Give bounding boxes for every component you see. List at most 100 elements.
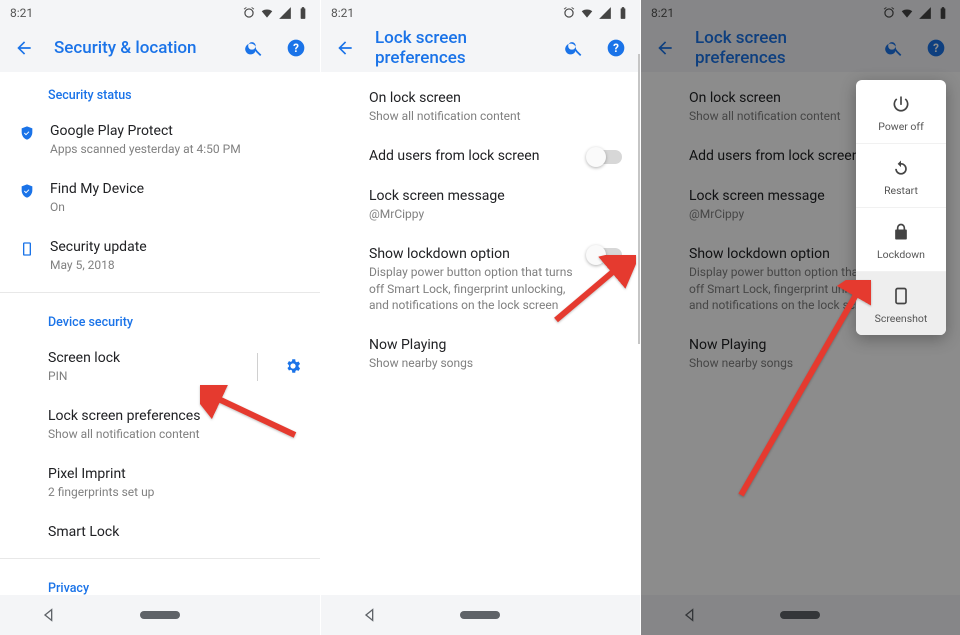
row-title: Smart Lock: [48, 524, 302, 540]
nav-back-icon[interactable]: [362, 607, 378, 623]
app-bar: Security & location ?: [0, 26, 320, 70]
row-title: Pixel Imprint: [48, 466, 302, 482]
signal-icon: [598, 6, 612, 20]
row-add-users[interactable]: Add users from lock screen: [321, 136, 640, 176]
row-subtitle: May 5, 2018: [50, 257, 302, 273]
battery-icon: [936, 6, 950, 20]
row-smart-lock[interactable]: Smart Lock: [0, 512, 320, 552]
status-icons: [562, 6, 630, 20]
app-bar: Lock screen preferences ?: [641, 26, 960, 70]
alarm-icon: [882, 6, 896, 20]
svg-text:?: ?: [613, 41, 619, 55]
restart-icon: [891, 158, 911, 178]
lockdown-button[interactable]: Lockdown: [856, 208, 946, 272]
row-show-lockdown[interactable]: Show lockdown option Display power butto…: [321, 234, 640, 325]
navigation-bar: [641, 595, 960, 635]
row-title: Google Play Protect: [50, 123, 302, 139]
search-button[interactable]: [882, 36, 906, 60]
row-title: Now Playing: [369, 337, 622, 353]
page-title: Lock screen preferences: [375, 28, 544, 68]
nav-home-pill[interactable]: [140, 611, 180, 619]
search-button[interactable]: [242, 36, 266, 60]
alarm-icon: [562, 6, 576, 20]
restart-button[interactable]: Restart: [856, 144, 946, 208]
screen-lock-settings-button[interactable]: [284, 355, 302, 379]
back-arrow-icon: [14, 38, 34, 58]
row-google-play-protect[interactable]: Google Play Protect Apps scanned yesterd…: [0, 111, 320, 169]
nav-back-icon[interactable]: [682, 607, 698, 623]
search-icon: [244, 38, 264, 58]
wifi-icon: [260, 6, 274, 20]
power-off-button[interactable]: Power off: [856, 80, 946, 144]
row-pixel-imprint[interactable]: Pixel Imprint 2 fingerprints set up: [0, 454, 320, 512]
screenshot-label: Screenshot: [875, 312, 928, 325]
status-icons: [242, 6, 310, 20]
row-subtitle: @MrCippy: [369, 206, 622, 222]
page-title: Security & location: [54, 38, 224, 58]
row-screen-lock[interactable]: Screen lock PIN: [0, 338, 320, 396]
section-device-security: Device security: [0, 299, 320, 338]
signal-icon: [278, 6, 292, 20]
back-arrow-icon: [335, 38, 355, 58]
power-menu: Power off Restart Lockdown Screenshot: [856, 80, 946, 335]
settings-list: On lock screen Show all notification con…: [321, 72, 640, 595]
toggle-add-users[interactable]: [588, 150, 622, 164]
row-subtitle: Show nearby songs: [689, 355, 942, 371]
section-privacy: Privacy: [0, 565, 320, 595]
help-button[interactable]: ?: [604, 36, 628, 60]
help-icon: ?: [926, 38, 946, 58]
status-icons: [882, 6, 950, 20]
row-find-my-device[interactable]: Find My Device On: [0, 169, 320, 227]
divider: [0, 292, 320, 293]
row-subtitle: Display power button option that turns o…: [369, 264, 574, 313]
shield-check-icon: [19, 183, 35, 199]
search-button[interactable]: [562, 36, 586, 60]
phone-icon: [19, 241, 35, 257]
shield-check-icon: [19, 125, 35, 141]
help-button[interactable]: ?: [924, 36, 948, 60]
wifi-icon: [900, 6, 914, 20]
row-title: Find My Device: [50, 181, 302, 197]
nav-home-pill[interactable]: [780, 611, 820, 619]
row-now-playing[interactable]: Now Playing Show nearby songs: [321, 325, 640, 383]
row-subtitle: Show all notification content: [369, 108, 622, 124]
row-security-update[interactable]: Security update May 5, 2018: [0, 227, 320, 285]
toggle-show-lockdown[interactable]: [588, 248, 622, 262]
status-bar: 8:21: [641, 0, 960, 26]
wifi-icon: [580, 6, 594, 20]
back-button[interactable]: [12, 36, 36, 60]
app-bar: Lock screen preferences ?: [321, 26, 640, 70]
svg-text:?: ?: [933, 41, 939, 55]
search-icon: [884, 38, 904, 58]
alarm-icon: [242, 6, 256, 20]
settings-list: Security status Google Play Protect Apps…: [0, 72, 320, 595]
clock: 8:21: [10, 6, 33, 20]
screenshot-button[interactable]: Screenshot: [856, 272, 946, 335]
battery-icon: [296, 6, 310, 20]
help-button[interactable]: ?: [284, 36, 308, 60]
battery-icon: [616, 6, 630, 20]
svg-text:?: ?: [293, 41, 299, 55]
power-off-label: Power off: [878, 120, 923, 133]
row-subtitle: Show all notification content: [48, 426, 302, 442]
row-lock-screen-preferences[interactable]: Lock screen preferences Show all notific…: [0, 396, 320, 454]
restart-label: Restart: [884, 184, 918, 197]
screen-power-menu: 8:21 Lock screen preferences ? On lock s…: [640, 0, 960, 635]
row-title: Show lockdown option: [369, 246, 574, 262]
back-button[interactable]: [333, 36, 357, 60]
row-on-lock-screen[interactable]: On lock screen Show all notification con…: [321, 78, 640, 136]
navigation-bar: [0, 595, 320, 635]
screenshot-icon: [891, 286, 911, 306]
row-lock-screen-message[interactable]: Lock screen message @MrCippy: [321, 176, 640, 234]
nav-home-pill[interactable]: [460, 611, 500, 619]
divider: [0, 558, 320, 559]
lockdown-label: Lockdown: [877, 248, 925, 261]
row-title: Now Playing: [689, 337, 942, 353]
row-title: Security update: [50, 239, 302, 255]
back-button[interactable]: [653, 36, 677, 60]
separator: [257, 353, 258, 381]
row-subtitle: PIN: [48, 368, 243, 384]
page-title: Lock screen preferences: [695, 28, 864, 68]
nav-back-icon[interactable]: [41, 607, 57, 623]
gear-icon: [284, 357, 302, 375]
